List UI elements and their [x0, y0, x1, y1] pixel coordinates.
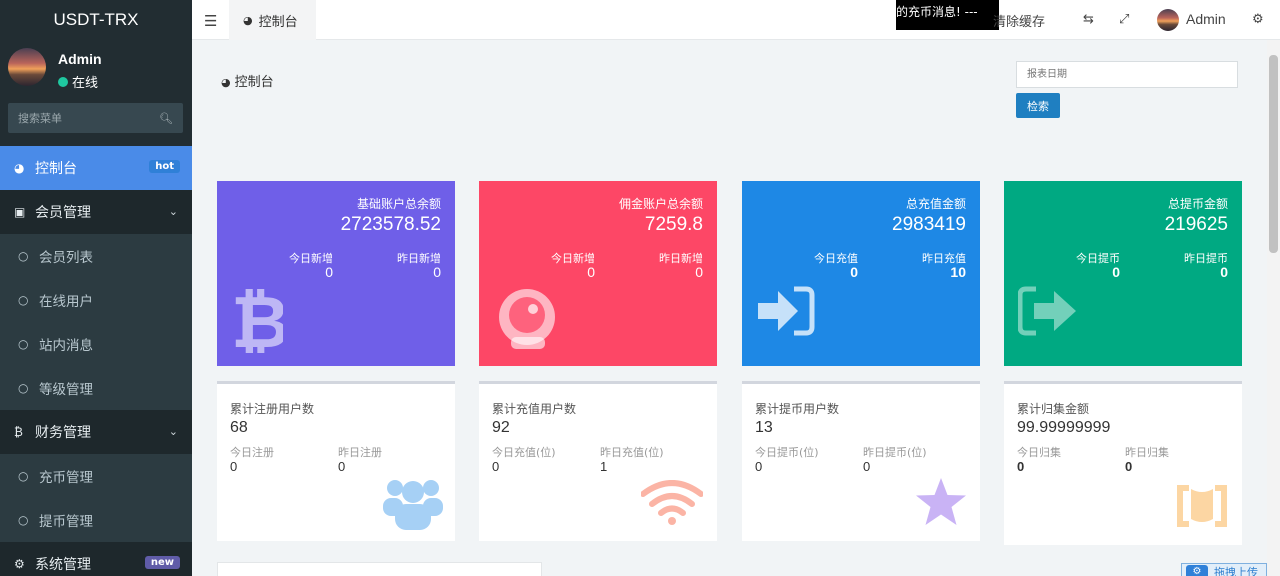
page-scrollbar[interactable]	[1267, 40, 1280, 576]
stat-card-commission-balance: 佣金账户总余额 7259.8 今日新增 0 昨日新增 0	[479, 181, 717, 366]
top-header: ☰ ◕ 控制台 的充币消息! --- 清除缓存 ⇆ ⤢ Admin ⚙	[192, 0, 1280, 40]
dashboard-icon: ◕	[221, 76, 231, 89]
bitcoin-icon: ₿	[14, 425, 32, 439]
star-icon	[914, 476, 968, 528]
chevron-down-icon: ⌄	[169, 205, 178, 218]
sidebar: USDT-TRX Admin 在线 搜索菜单 🔍︎ ◕ 控制台 hot ▣ 会员…	[0, 0, 192, 576]
user-panel: Admin 在线	[0, 40, 192, 96]
sidebar-item-deposits[interactable]: ○ 充币管理	[0, 454, 192, 498]
gears-icon: ⚙	[14, 557, 32, 571]
stat-card-withdrawal-users: 累计提币用户数 13 今日提币(位) 0 昨日提币(位) 0	[742, 381, 980, 541]
bitcoin-icon: ₿	[231, 285, 283, 353]
stat-card-base-balance: 基础账户总余额 2723578.52 今日新增 0 昨日新增 0 ₿	[217, 181, 455, 366]
circle-icon: ○	[18, 381, 36, 395]
clear-cache-button[interactable]: 清除缓存	[993, 11, 1045, 30]
report-date-input[interactable]	[1016, 61, 1238, 88]
user-status: 在线	[58, 72, 98, 91]
circle-icon: ○	[18, 249, 36, 263]
brand-logo[interactable]: USDT-TRX	[0, 0, 192, 40]
search-button[interactable]: 检索	[1016, 93, 1060, 118]
dashboard-icon: ◕	[14, 161, 32, 175]
sign-in-icon	[756, 285, 820, 341]
menu-toggle-icon[interactable]: ☰	[204, 12, 217, 30]
wifi-icon	[641, 480, 703, 526]
sidebar-menu: ◕ 控制台 hot ▣ 会员管理 ⌄ ○ 会员列表 ○ 在线用户 ○ 站内消息 …	[0, 146, 192, 576]
dashboard-icon: ◕	[243, 14, 253, 27]
mascot-icon	[493, 285, 563, 355]
stat-card-registered-users: 累计注册用户数 68 今日注册 0 昨日注册 0	[217, 381, 455, 541]
fullscreen-icon[interactable]: ⤢	[1119, 12, 1129, 27]
sidebar-item-member-list[interactable]: ○ 会员列表	[0, 234, 192, 278]
users-icon	[383, 476, 443, 532]
stat-card-deposit-users: 累计充值用户数 92 今日充值(位) 0 昨日充值(位) 1	[479, 381, 717, 541]
sidebar-item-members[interactable]: ▣ 会员管理 ⌄	[0, 190, 192, 234]
user-name: Admin	[58, 51, 102, 67]
page-title: ◕控制台	[221, 71, 274, 90]
search-placeholder: 搜索菜单	[18, 110, 159, 126]
scrollbar-thumb[interactable]	[1269, 55, 1278, 253]
svg-text:₿: ₿	[231, 285, 283, 353]
online-dot-icon	[58, 77, 68, 87]
sign-out-icon	[1018, 285, 1082, 341]
drag-upload-button[interactable]: ⚙ 拖拽上传	[1181, 563, 1267, 576]
header-avatar[interactable]	[1157, 9, 1179, 31]
settings-gears-icon[interactable]: ⚙	[1252, 12, 1264, 27]
sidebar-item-dashboard[interactable]: ◕ 控制台 hot	[0, 146, 192, 190]
circle-icon: ○	[18, 337, 36, 351]
collection-icon	[1175, 481, 1229, 531]
stat-card-total-deposit: 总充值金额 2983419 今日充值 0 昨日充值 10	[742, 181, 980, 366]
notice-marquee: 的充币消息! ---	[896, 0, 999, 30]
new-badge: new	[145, 556, 180, 569]
sidebar-item-system[interactable]: ⚙ 系统管理 new	[0, 542, 192, 576]
sidebar-item-messages[interactable]: ○ 站内消息	[0, 322, 192, 366]
circle-icon: ○	[18, 469, 36, 483]
translate-icon[interactable]: ⇆	[1083, 12, 1094, 27]
avatar	[8, 48, 46, 86]
sidebar-item-online-users[interactable]: ○ 在线用户	[0, 278, 192, 322]
chevron-down-icon: ⌄	[169, 425, 178, 438]
stat-card-total-withdrawal: 总提币金额 219625 今日提币 0 昨日提币 0	[1004, 181, 1242, 366]
tab-dashboard[interactable]: ◕ 控制台	[229, 0, 316, 40]
circle-icon: ○	[18, 513, 36, 527]
bottom-panel	[217, 562, 542, 576]
user-card-icon: ▣	[14, 205, 32, 219]
sidebar-item-levels[interactable]: ○ 等级管理	[0, 366, 192, 410]
stat-card-collected-amount: 累计归集金额 99.99999999 今日归集 0 昨日归集 0	[1004, 381, 1242, 545]
sidebar-item-withdrawals[interactable]: ○ 提币管理	[0, 498, 192, 542]
search-menu-input[interactable]: 搜索菜单 🔍︎	[8, 103, 183, 133]
hot-badge: hot	[149, 160, 180, 173]
circle-icon: ○	[18, 293, 36, 307]
search-icon[interactable]: 🔍︎	[159, 112, 173, 125]
header-user-name[interactable]: Admin	[1186, 11, 1226, 27]
upload-icon: ⚙	[1186, 565, 1208, 576]
sidebar-item-finance[interactable]: ₿ 财务管理 ⌄	[0, 410, 192, 454]
